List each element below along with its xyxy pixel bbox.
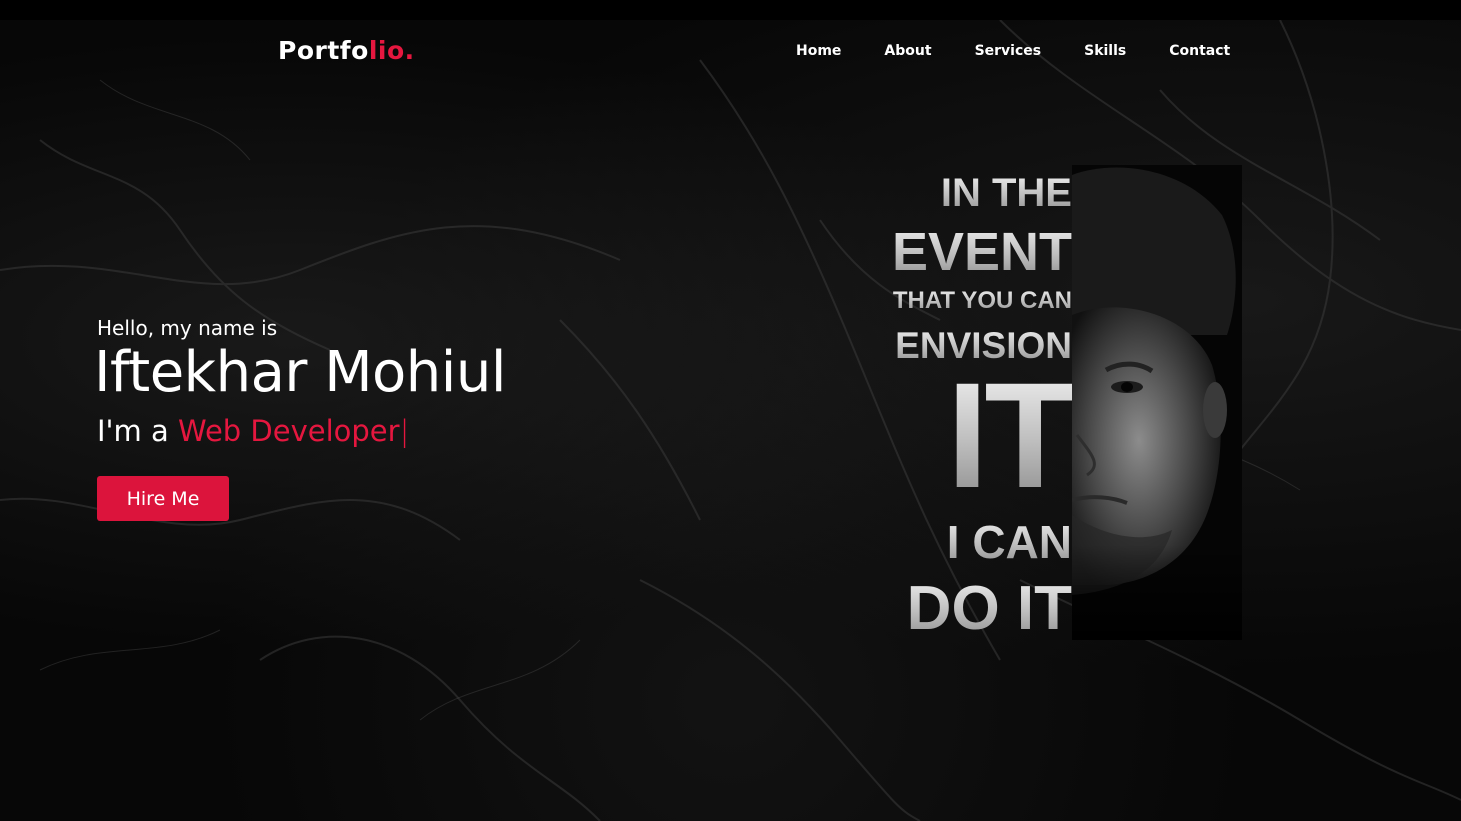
- poster-typography: IN THE EVENT THAT YOU CAN ENVISION IT I …: [862, 165, 1076, 643]
- poster-line-5: IT: [946, 351, 1076, 519]
- hero-greeting: Hello, my name is: [97, 316, 278, 340]
- nav-about[interactable]: About: [884, 43, 931, 59]
- hero-name: Iftekhar Mohiul: [94, 340, 506, 405]
- main-nav: Home About Services Skills Contact: [796, 43, 1230, 59]
- typing-cursor: |: [399, 414, 410, 448]
- poster-line-3: THAT YOU CAN: [892, 287, 1072, 314]
- portrait-photo: [1072, 165, 1242, 640]
- poster-line-6: I CAN: [946, 516, 1072, 568]
- poster-line-1: IN THE: [940, 171, 1072, 215]
- poster-line-2: EVENT: [891, 222, 1072, 282]
- hero-role: I'm a Web Developer|: [97, 414, 409, 448]
- nav-services[interactable]: Services: [975, 43, 1042, 59]
- role-prefix: I'm a: [97, 414, 169, 448]
- nav-contact[interactable]: Contact: [1169, 43, 1230, 59]
- logo-accent-text: lio.: [368, 36, 415, 65]
- logo-main-text: Portfo: [278, 36, 369, 65]
- motivational-poster: IN THE EVENT THAT YOU CAN ENVISION IT I …: [862, 165, 1242, 643]
- hire-me-button[interactable]: Hire Me: [97, 476, 229, 521]
- site-logo[interactable]: Portfolio.: [278, 36, 415, 65]
- poster-line-7: DO IT: [906, 574, 1072, 643]
- nav-home[interactable]: Home: [796, 43, 841, 59]
- nav-skills[interactable]: Skills: [1084, 43, 1126, 59]
- top-border: [0, 0, 1461, 20]
- role-highlight: Web Developer: [177, 414, 400, 448]
